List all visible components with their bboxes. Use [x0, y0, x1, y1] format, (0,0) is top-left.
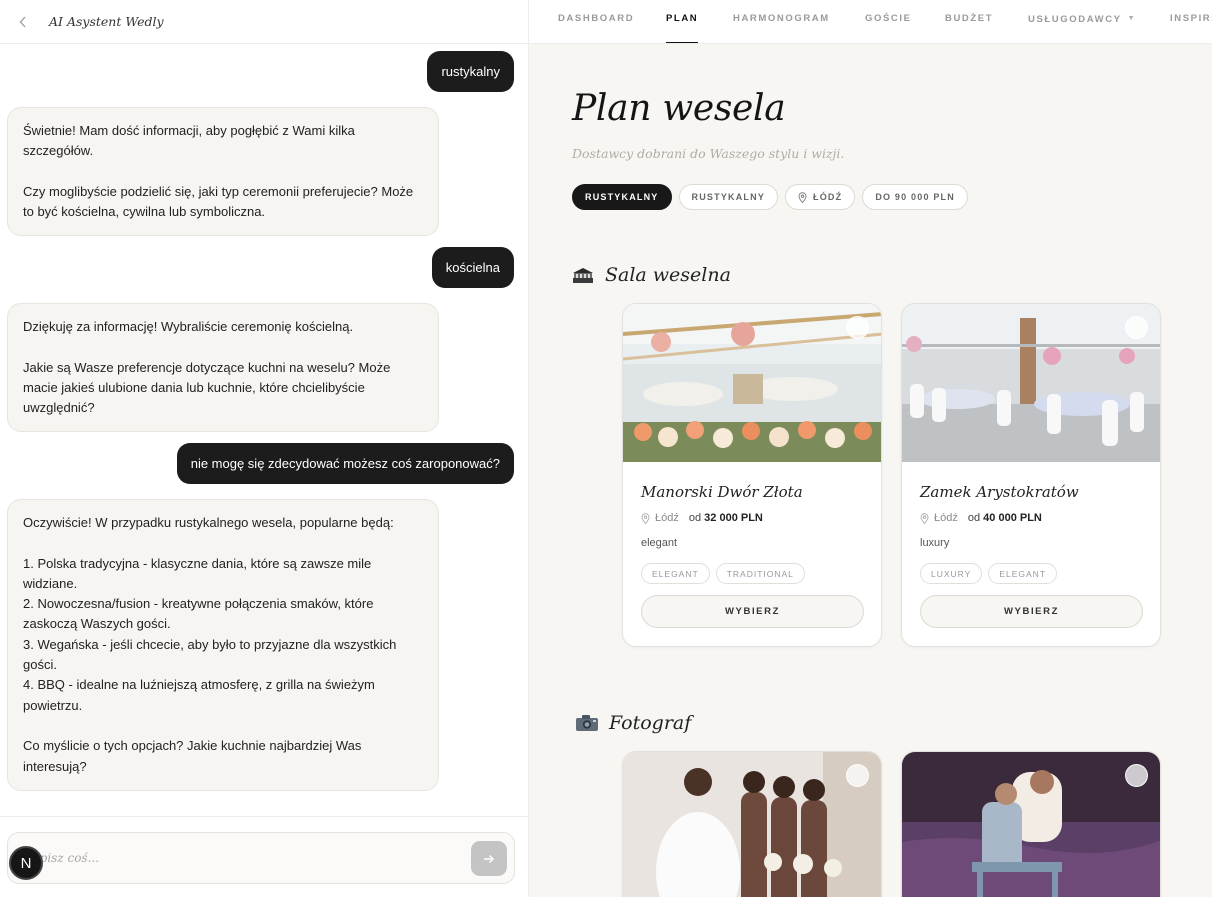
vendor-tag: Elegant	[641, 563, 710, 584]
vendor-price: od 40 000 PLN	[967, 512, 1042, 524]
favorite-button[interactable]	[1125, 764, 1148, 787]
vendor-style: elegant	[641, 537, 678, 549]
vendor-photo[interactable]	[902, 752, 1160, 897]
chevron-left-icon[interactable]	[16, 15, 30, 29]
page-subtitle: Dostawcy dobrani do Waszego stylu i wizj…	[572, 146, 845, 161]
user-message: rustykalny	[427, 51, 514, 92]
vendor-tags: Elegant Traditional	[641, 563, 863, 584]
vendor-card-body: Zamek Arystokratów Łódź od 40 000 PLN lu…	[902, 483, 1160, 646]
chat-divider	[0, 816, 528, 817]
nav-inspiracje[interactable]: Inspiracje	[1170, 0, 1212, 43]
filter-chip-budget[interactable]: Do 90 000 PLN	[862, 184, 968, 210]
chat-composer	[7, 832, 515, 884]
user-message: kościelna	[431, 247, 514, 288]
message-list: rustykalny Świetnie! Mam dość informacji…	[0, 44, 528, 816]
section-header-venue: Sala weselna	[571, 264, 731, 286]
vendor-meta: Łódź od 40 000 PLN	[920, 512, 1142, 524]
favorite-button[interactable]	[1125, 316, 1148, 339]
favorite-button[interactable]	[846, 764, 869, 787]
nav-uslugodawcy[interactable]: Usługodawcy ▼	[1028, 0, 1137, 43]
send-button[interactable]	[471, 841, 507, 876]
nav-dashboard[interactable]: Dashboard	[558, 0, 634, 43]
vendor-photo[interactable]	[902, 304, 1160, 462]
caret-down-icon: ▼	[1127, 15, 1137, 22]
favorite-button[interactable]	[846, 316, 869, 339]
location-pin-icon	[920, 512, 929, 524]
nav-budzet[interactable]: Budżet	[945, 0, 993, 43]
vendor-card: Zamek Arystokratów Łódź od 40 000 PLN lu…	[901, 303, 1161, 647]
vendor-name: Manorski Dwór Złota	[641, 483, 803, 501]
chat-header: AI Asystent Wedly	[0, 0, 528, 44]
nav-goscie[interactable]: Goście	[865, 0, 912, 43]
filter-chip-location[interactable]: Łódź	[785, 184, 856, 210]
vendor-tag: Luxury	[920, 563, 983, 584]
location-pin-icon	[641, 512, 650, 524]
venue-icon	[571, 265, 595, 285]
page-title: Plan wesela	[572, 88, 786, 129]
filter-chips: Rustykalny Rustykalny Łódź Do 90 000 PLN	[572, 184, 968, 210]
app-root: AI Asystent Wedly rustykalny Świetnie! M…	[0, 0, 1212, 897]
assistant-message: Świetnie! Mam dość informacji, aby pogłę…	[7, 107, 439, 237]
vendor-price: od 32 000 PLN	[688, 512, 763, 524]
select-vendor-button[interactable]: Wybierz	[641, 595, 864, 628]
camera-icon	[575, 713, 599, 733]
vendor-style: luxury	[920, 537, 950, 549]
vendor-photo[interactable]	[623, 304, 881, 462]
chat-panel: AI Asystent Wedly rustykalny Świetnie! M…	[0, 0, 529, 897]
vendor-tags: Luxury Elegant	[920, 563, 1142, 584]
chat-input[interactable]	[22, 833, 462, 883]
vendor-card-body: Manorski Dwór Złota Łódź od 32 000 PLN e…	[623, 483, 881, 646]
active-tab-indicator	[666, 42, 699, 43]
vendor-card	[622, 751, 882, 897]
vendor-tag: Traditional	[715, 563, 805, 584]
vendor-tag: Elegant	[988, 563, 1058, 584]
section-title: Sala weselna	[605, 264, 731, 286]
user-message: nie mogę się zdecydować możesz coś zarop…	[176, 443, 514, 484]
nav-plan[interactable]: Plan	[666, 0, 699, 43]
nav-harmonogram[interactable]: Harmonogram	[733, 0, 830, 43]
section-header-photographer: Fotograf	[575, 712, 691, 734]
vendor-city: Łódź	[934, 512, 958, 524]
assistant-message: Dziękuję za informację! Wybraliście cere…	[7, 303, 439, 433]
chat-title: AI Asystent Wedly	[49, 14, 164, 29]
location-pin-icon	[798, 191, 807, 203]
top-nav: Dashboard Plan Harmonogram Goście Budżet…	[529, 0, 1212, 44]
assistant-message: Oczywiście! W przypadku rustykalnego wes…	[7, 499, 439, 791]
plan-panel: Dashboard Plan Harmonogram Goście Budżet…	[529, 0, 1212, 897]
vendor-name: Zamek Arystokratów	[920, 483, 1079, 501]
arrow-right-icon	[484, 854, 494, 863]
vendor-city: Łódź	[655, 512, 679, 524]
vendor-photo[interactable]	[623, 752, 881, 897]
vendor-card	[901, 751, 1161, 897]
vendor-card: Manorski Dwór Złota Łódź od 32 000 PLN e…	[622, 303, 882, 647]
filter-chip-style-active[interactable]: Rustykalny	[572, 184, 672, 210]
filter-chip-style[interactable]: Rustykalny	[678, 184, 779, 210]
vendor-meta: Łódź od 32 000 PLN	[641, 512, 863, 524]
section-title: Fotograf	[609, 712, 692, 734]
select-vendor-button[interactable]: Wybierz	[920, 595, 1143, 628]
app-badge[interactable]: N	[9, 846, 43, 880]
